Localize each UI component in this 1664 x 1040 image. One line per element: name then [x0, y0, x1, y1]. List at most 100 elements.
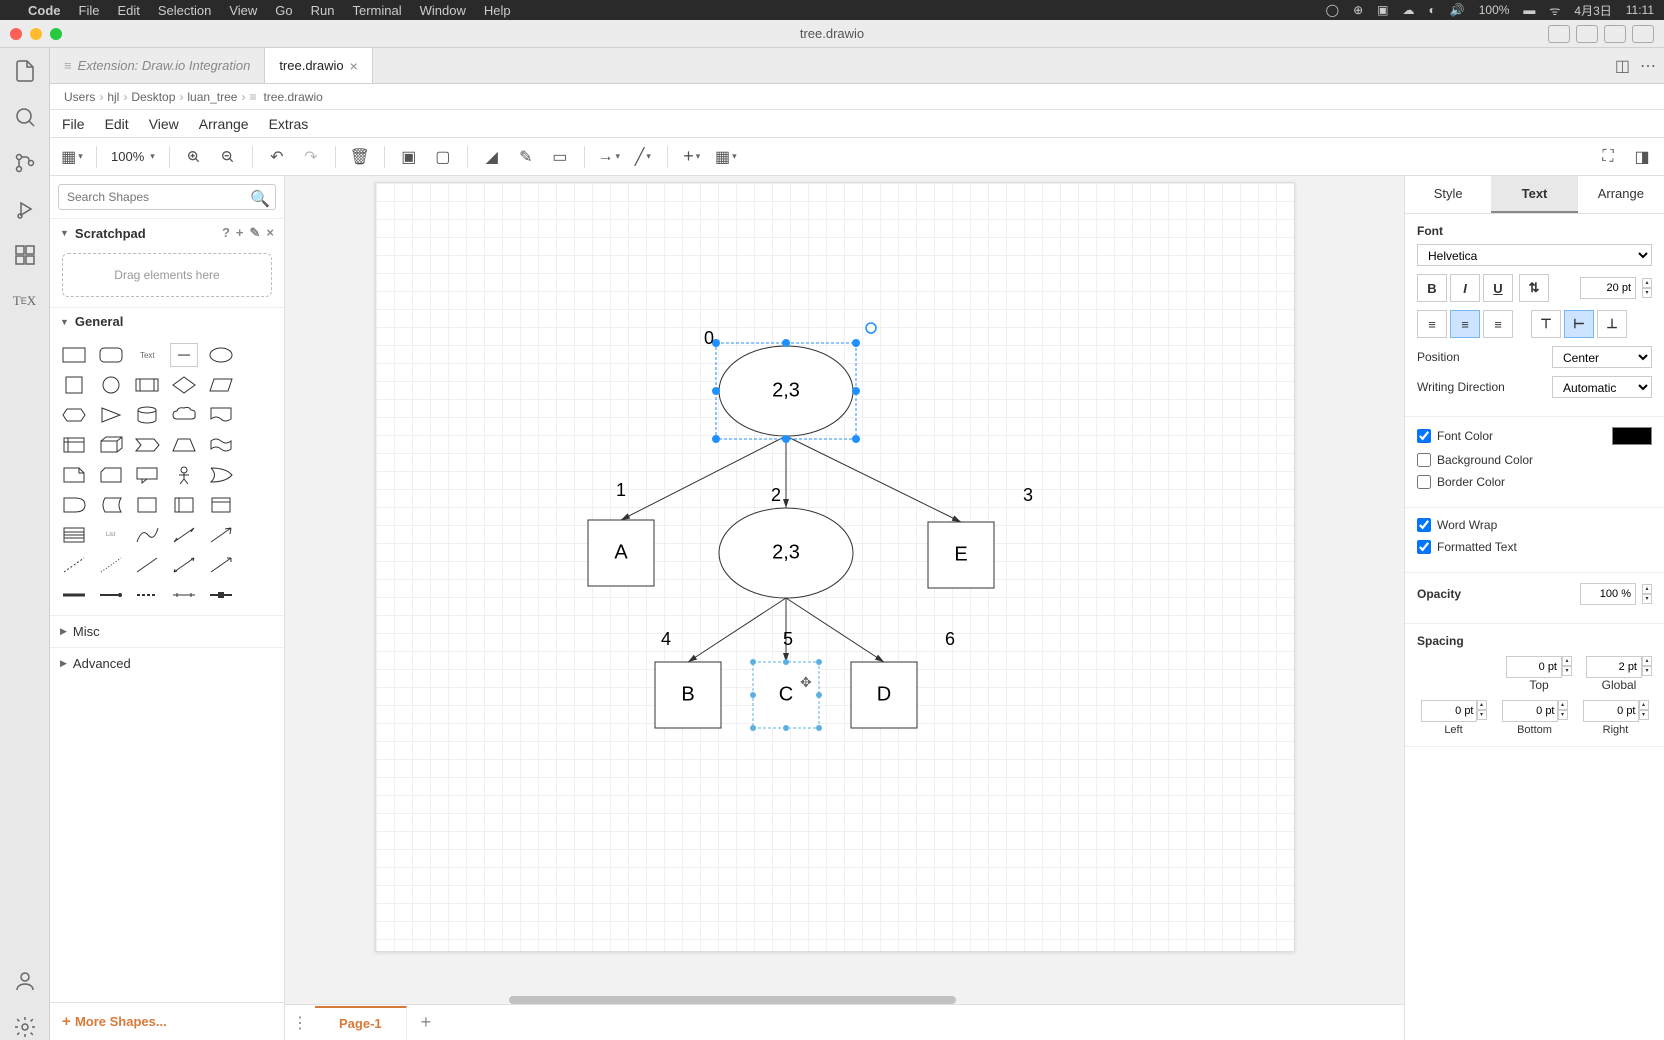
- align-left-button[interactable]: ≡: [1417, 310, 1447, 338]
- formatted-text-checkbox[interactable]: [1417, 540, 1431, 554]
- menubar-date[interactable]: 4月3日: [1574, 2, 1611, 19]
- layout-right-icon[interactable]: [1604, 25, 1626, 43]
- menu-selection[interactable]: Selection: [158, 3, 211, 18]
- shape-card[interactable]: [97, 463, 125, 487]
- font-family-select[interactable]: Helvetica: [1417, 244, 1652, 266]
- shape-blank[interactable]: [243, 403, 271, 427]
- shape-container[interactable]: [133, 493, 161, 517]
- search-icon[interactable]: [12, 104, 38, 130]
- shape-hexagon[interactable]: [60, 403, 88, 427]
- font-size-down[interactable]: ▾: [1642, 288, 1652, 298]
- close-icon[interactable]: ×: [266, 225, 274, 241]
- horizontal-scrollbar[interactable]: [509, 996, 957, 1004]
- menu-terminal[interactable]: Terminal: [353, 3, 402, 18]
- spacing-top-input[interactable]: [1506, 656, 1562, 678]
- menubar-time[interactable]: 11:11: [1626, 3, 1654, 17]
- shape-actor[interactable]: [170, 463, 198, 487]
- shape-blank[interactable]: [243, 493, 271, 517]
- font-color-swatch[interactable]: [1612, 427, 1652, 445]
- drawio-menu-extras[interactable]: Extras: [269, 116, 309, 132]
- delete-icon[interactable]: 🗑: [346, 143, 374, 171]
- shape-blank[interactable]: [243, 553, 271, 577]
- breadcrumb-item[interactable]: hjl: [107, 90, 119, 104]
- edit-icon[interactable]: ✎: [250, 225, 261, 241]
- shape-dotted-line[interactable]: [97, 553, 125, 577]
- align-top-button[interactable]: ⊤: [1531, 310, 1561, 338]
- layout-left-icon[interactable]: [1548, 25, 1570, 43]
- add-icon[interactable]: +: [236, 225, 244, 241]
- drawio-menu-view[interactable]: View: [149, 116, 179, 132]
- fullscreen-icon[interactable]: ⛶: [1594, 143, 1622, 171]
- fill-color-icon[interactable]: ◢: [478, 143, 506, 171]
- settings-gear-icon[interactable]: [12, 1014, 38, 1040]
- shape-data-storage[interactable]: [97, 493, 125, 517]
- volume-icon[interactable]: 🔊: [1450, 3, 1465, 17]
- advanced-section[interactable]: ▶ Advanced: [50, 647, 284, 679]
- menu-help[interactable]: Help: [484, 3, 511, 18]
- shape-link2[interactable]: [97, 583, 125, 607]
- window-maximize-button[interactable]: [50, 28, 62, 40]
- tex-icon[interactable]: TEX: [12, 288, 38, 314]
- vertical-text-button[interactable]: ⇅: [1519, 274, 1549, 302]
- align-middle-button[interactable]: ⊢: [1564, 310, 1594, 338]
- menu-run[interactable]: Run: [311, 3, 335, 18]
- close-icon[interactable]: ×: [350, 58, 358, 74]
- shape-trapezoid[interactable]: [170, 433, 198, 457]
- position-select[interactable]: Center: [1552, 346, 1652, 368]
- shape-bidir-thin[interactable]: [170, 553, 198, 577]
- status-icon[interactable]: ◯: [1326, 3, 1339, 17]
- status-icon[interactable]: ◐: [1429, 3, 1436, 17]
- tab-text[interactable]: Text: [1491, 176, 1577, 213]
- add-page-button[interactable]: +: [407, 1012, 446, 1033]
- window-close-button[interactable]: [10, 28, 22, 40]
- breadcrumb-item[interactable]: Desktop: [131, 90, 175, 104]
- shape-link4[interactable]: [170, 583, 198, 607]
- shape-curve[interactable]: [133, 523, 161, 547]
- redo-icon[interactable]: ↷: [297, 143, 325, 171]
- shape-process[interactable]: [133, 373, 161, 397]
- shape-cloud[interactable]: [170, 403, 198, 427]
- split-editor-icon[interactable]: ◫: [1615, 56, 1630, 76]
- opacity-input[interactable]: [1580, 583, 1636, 605]
- tab-arrange[interactable]: Arrange: [1578, 176, 1664, 213]
- account-icon[interactable]: [12, 968, 38, 994]
- writing-direction-select[interactable]: Automatic: [1552, 376, 1652, 398]
- shape-parallelogram[interactable]: [207, 373, 235, 397]
- shape-callout[interactable]: [133, 463, 161, 487]
- shape-step[interactable]: [133, 433, 161, 457]
- shape-blank[interactable]: [243, 463, 271, 487]
- menubar-app[interactable]: Code: [28, 3, 61, 18]
- shape-triangle[interactable]: [97, 403, 125, 427]
- shape-link5[interactable]: [207, 583, 235, 607]
- shape-arrow-thin[interactable]: [207, 553, 235, 577]
- shape-container2[interactable]: [170, 493, 198, 517]
- shape-link3[interactable]: [133, 583, 161, 607]
- more-shapes-link[interactable]: + More Shapes...: [62, 1013, 167, 1030]
- layout-bottom-icon[interactable]: [1576, 25, 1598, 43]
- shape-square[interactable]: [60, 373, 88, 397]
- search-shapes-input[interactable]: [58, 184, 276, 210]
- shape-ellipse[interactable]: [207, 343, 235, 367]
- spacing-bottom-input[interactable]: [1502, 700, 1558, 722]
- spacing-right-input[interactable]: [1583, 700, 1639, 722]
- font-size-up[interactable]: ▴: [1642, 278, 1652, 288]
- waypoint-dropdown[interactable]: ╱: [629, 143, 657, 171]
- shape-textbox[interactable]: ▬▬: [170, 343, 198, 367]
- align-center-button[interactable]: ≡: [1450, 310, 1480, 338]
- border-color-checkbox[interactable]: [1417, 475, 1431, 489]
- breadcrumb-item[interactable]: tree.drawio: [263, 90, 322, 104]
- spacing-global-input[interactable]: [1586, 656, 1642, 678]
- shape-blank[interactable]: [243, 343, 271, 367]
- menu-file[interactable]: File: [79, 3, 100, 18]
- italic-button[interactable]: I: [1450, 274, 1480, 302]
- format-panel-toggle-icon[interactable]: ◨: [1628, 143, 1656, 171]
- window-minimize-button[interactable]: [30, 28, 42, 40]
- bg-color-checkbox[interactable]: [1417, 453, 1431, 467]
- shape-internal-storage[interactable]: [60, 433, 88, 457]
- tab-extension[interactable]: ≡ Extension: Draw.io Integration: [50, 48, 265, 83]
- breadcrumb-item[interactable]: Users: [64, 90, 95, 104]
- page-tab-1[interactable]: Page-1: [315, 1006, 407, 1039]
- word-wrap-checkbox[interactable]: [1417, 518, 1431, 532]
- table-dropdown[interactable]: ▦: [712, 143, 740, 171]
- menu-window[interactable]: Window: [420, 3, 466, 18]
